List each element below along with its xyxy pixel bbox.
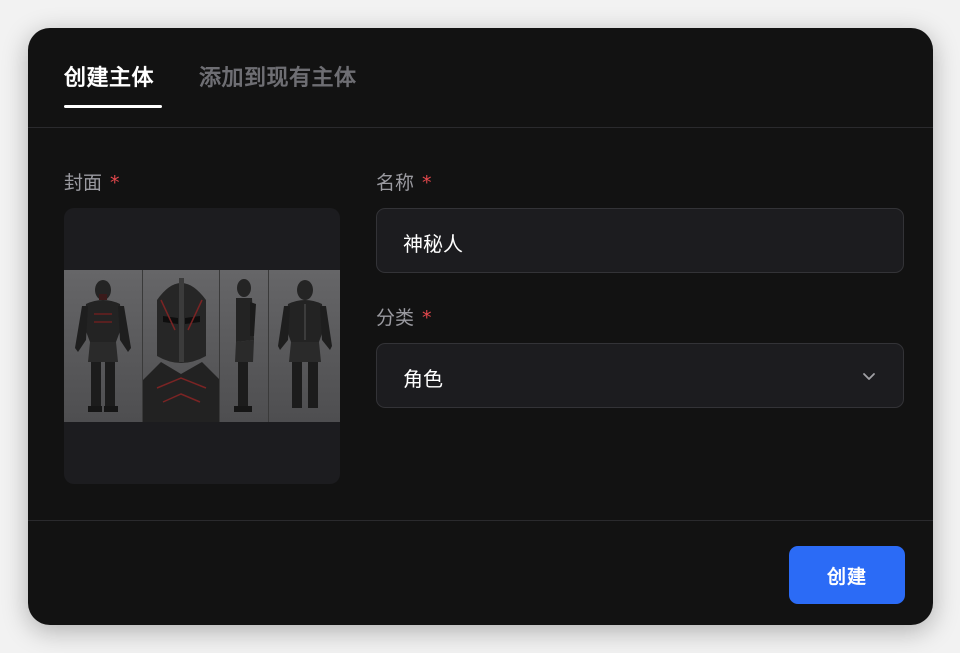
cover-image-panel-back: [268, 270, 340, 422]
armor-figure-back: [277, 280, 332, 408]
cover-image: [64, 270, 340, 422]
tab-create-subject[interactable]: 创建主体: [64, 60, 154, 92]
create-button[interactable]: 创建: [789, 546, 905, 604]
footer-divider: [28, 520, 933, 521]
armor-figure-side: [234, 279, 257, 412]
required-mark: *: [422, 172, 432, 194]
chevron-down-icon: [863, 373, 875, 380]
cover-label: 封面 *: [64, 168, 120, 195]
helmet-closeup: [143, 278, 220, 422]
category-label: 分类 *: [376, 303, 432, 330]
cover-image-panel-side: [220, 270, 269, 422]
required-mark: *: [110, 172, 120, 194]
category-select-value: 角色: [403, 367, 443, 391]
active-tab-indicator: [64, 105, 162, 108]
create-subject-dialog: 创建主体 添加到现有主体 封面 * 名称 * 神秘人 分类 * 角色 创建: [28, 28, 933, 625]
category-select[interactable]: 角色: [376, 343, 904, 408]
required-mark: *: [422, 307, 432, 329]
cover-image-panel-helmet: [143, 270, 221, 422]
name-input-value: 神秘人: [403, 232, 463, 256]
name-label-text: 名称: [376, 172, 415, 194]
cover-upload[interactable]: [64, 208, 340, 484]
category-label-text: 分类: [376, 307, 415, 329]
armor-figure-front: [75, 280, 131, 412]
tab-bar: 创建主体 添加到现有主体: [28, 28, 933, 128]
tab-add-to-existing-subject[interactable]: 添加到现有主体: [199, 60, 357, 92]
cover-label-text: 封面: [64, 172, 103, 194]
cover-image-panel-front: [64, 270, 144, 422]
name-label: 名称 *: [376, 168, 432, 195]
name-input[interactable]: 神秘人: [376, 208, 904, 273]
